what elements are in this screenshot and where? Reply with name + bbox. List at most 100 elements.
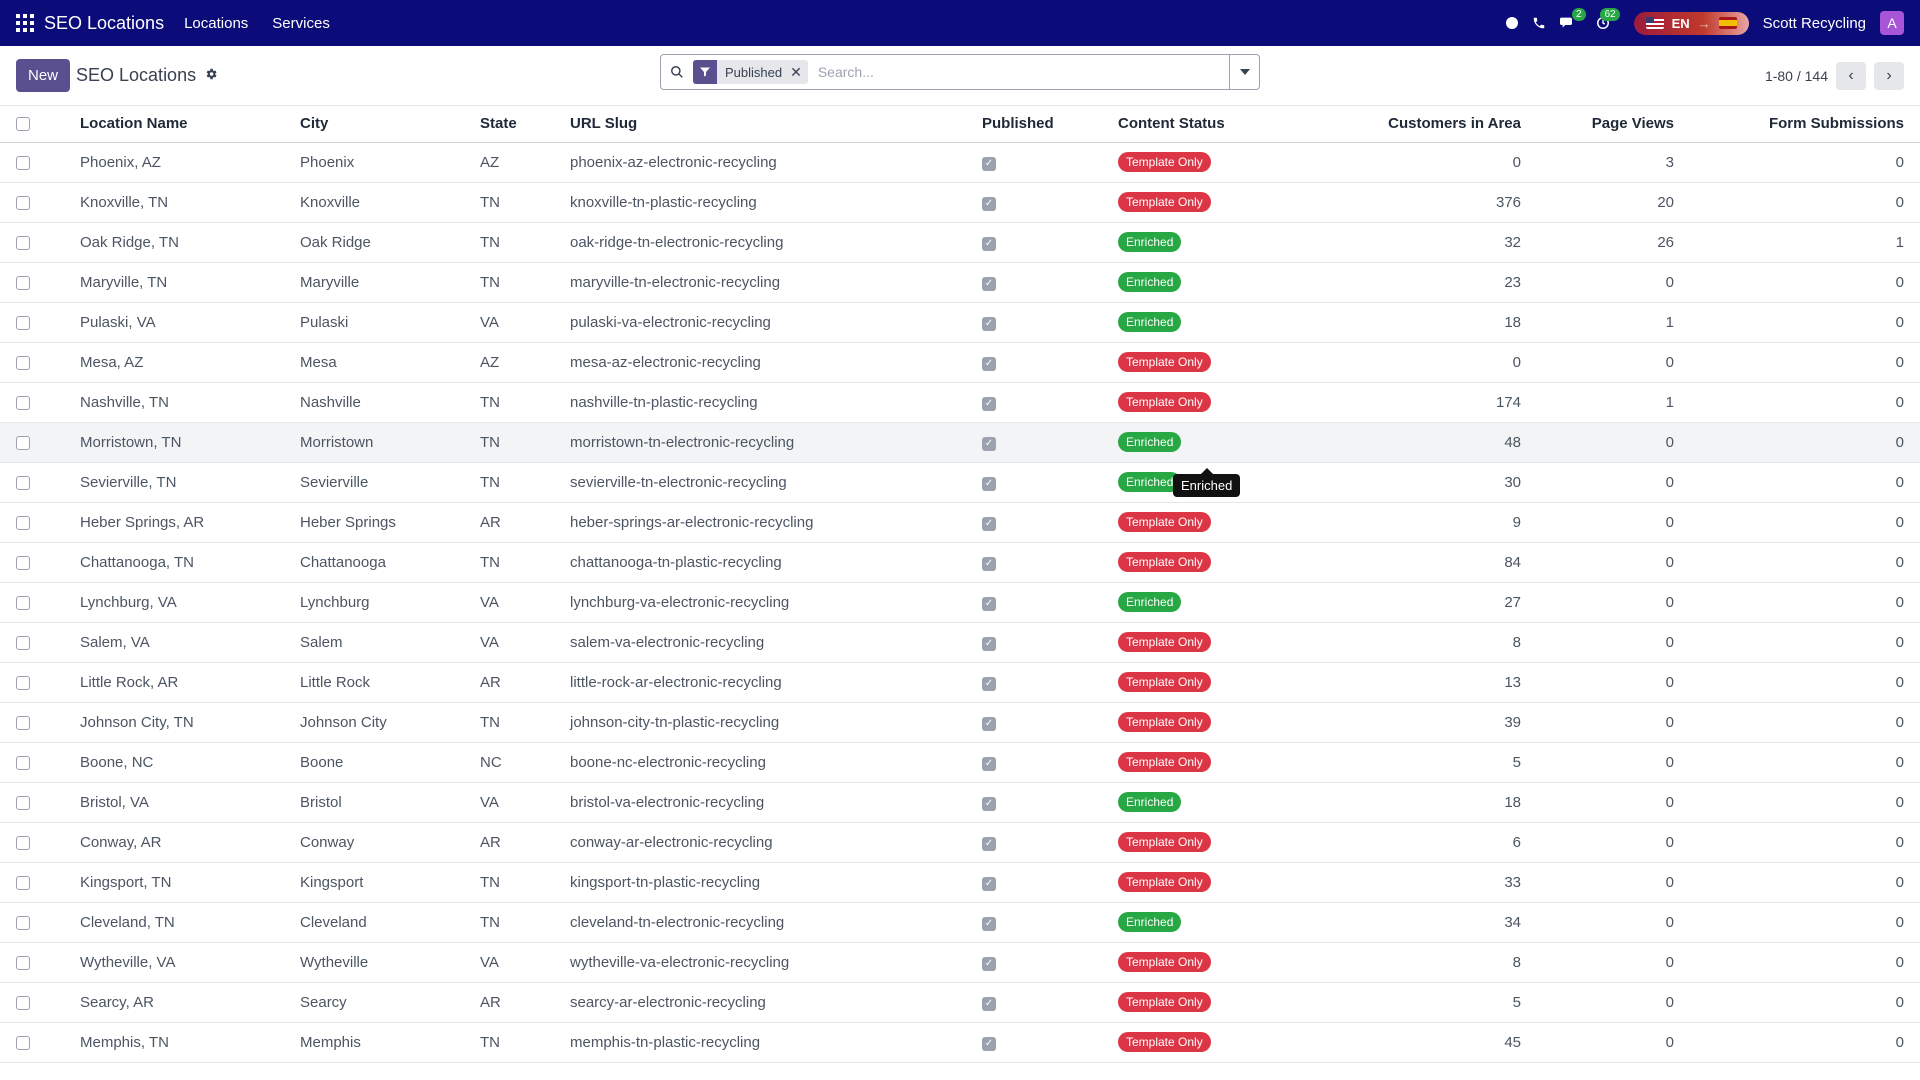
- row-checkbox[interactable]: [16, 675, 30, 690]
- table-row[interactable]: ⠿ Little Rock, AR Little Rock AR little-rock…: [0, 662, 1920, 702]
- apps-grid-icon[interactable]: [16, 14, 34, 32]
- table-row[interactable]: ⠿ Johnson City, TN Johnson City TN johnson-c…: [0, 702, 1920, 742]
- published-checkbox[interactable]: ✓: [982, 316, 996, 331]
- row-checkbox[interactable]: [16, 235, 30, 250]
- published-checkbox[interactable]: ✓: [982, 156, 996, 171]
- status-dot-icon[interactable]: [1505, 17, 1518, 29]
- table-row[interactable]: ⠿ Cleveland, TN Cleveland TN cleveland-tn-el…: [0, 902, 1920, 942]
- pager-next-button[interactable]: ›: [1874, 61, 1904, 90]
- facet-close-icon[interactable]: ✕: [790, 64, 808, 81]
- published-checkbox[interactable]: ✓: [982, 396, 996, 411]
- search-icon[interactable]: [661, 65, 693, 79]
- drag-handle-icon[interactable]: ⠿: [62, 635, 64, 650]
- drag-handle-icon[interactable]: ⠿: [62, 795, 64, 810]
- row-checkbox[interactable]: [16, 195, 30, 210]
- published-checkbox[interactable]: ✓: [982, 596, 996, 611]
- drag-handle-icon[interactable]: ⠿: [62, 715, 64, 730]
- table-row[interactable]: ⠿ Boone, NC Boone NC boone-nc-electronic-rec…: [0, 742, 1920, 782]
- table-row[interactable]: ⠿ Knoxville, TN Knoxville TN knoxville-tn-pl…: [0, 182, 1920, 222]
- header-page-views[interactable]: Page Views: [1537, 106, 1690, 142]
- table-row[interactable]: ⠿ Maryville, TN Maryville TN maryville-tn-el…: [0, 262, 1920, 302]
- pager-value[interactable]: 1-80 / 144: [1765, 68, 1828, 84]
- row-checkbox[interactable]: [16, 315, 30, 330]
- gear-icon[interactable]: [204, 67, 218, 84]
- row-checkbox[interactable]: [16, 595, 30, 610]
- published-checkbox[interactable]: ✓: [982, 836, 996, 851]
- published-checkbox[interactable]: ✓: [982, 356, 996, 371]
- pager-prev-button[interactable]: ‹: [1836, 61, 1866, 90]
- drag-handle-icon[interactable]: ⠿: [62, 1035, 64, 1050]
- table-row[interactable]: ⠿ Chattanooga, TN Chattanooga TN chattanooga…: [0, 542, 1920, 582]
- header-city[interactable]: City: [284, 106, 464, 142]
- table-row[interactable]: ⠿ Lynchburg, VA Lynchburg VA lynchburg-va-el…: [0, 582, 1920, 622]
- drag-handle-icon[interactable]: ⠿: [62, 595, 64, 610]
- row-checkbox[interactable]: [16, 515, 30, 530]
- chat-icon[interactable]: 2: [1559, 8, 1586, 30]
- drag-handle-icon[interactable]: ⠿: [62, 875, 64, 890]
- published-checkbox[interactable]: ✓: [982, 636, 996, 651]
- row-checkbox[interactable]: [16, 555, 30, 570]
- published-checkbox[interactable]: ✓: [982, 236, 996, 251]
- table-row[interactable]: ⠿ Searcy, AR Searcy AR searcy-ar-electronic-…: [0, 982, 1920, 1022]
- drag-handle-icon[interactable]: ⠿: [62, 195, 64, 210]
- table-row[interactable]: ⠿ Pulaski, VA Pulaski VA pulaski-va-electron…: [0, 302, 1920, 342]
- published-checkbox[interactable]: ✓: [982, 1036, 996, 1051]
- drag-handle-icon[interactable]: ⠿: [62, 475, 64, 490]
- phone-icon[interactable]: [1532, 16, 1546, 30]
- menu-services[interactable]: Services: [272, 15, 330, 32]
- published-checkbox[interactable]: ✓: [982, 916, 996, 931]
- table-row[interactable]: ⠿ Salem, VA Salem VA salem-va-electronic-rec…: [0, 622, 1920, 662]
- published-checkbox[interactable]: ✓: [982, 516, 996, 531]
- header-state[interactable]: State: [464, 106, 554, 142]
- published-checkbox[interactable]: ✓: [982, 996, 996, 1011]
- row-checkbox[interactable]: [16, 1035, 30, 1050]
- drag-handle-icon[interactable]: ⠿: [62, 315, 64, 330]
- table-row[interactable]: ⠿ Wytheville, VA Wytheville VA wytheville-va…: [0, 942, 1920, 982]
- published-checkbox[interactable]: ✓: [982, 876, 996, 891]
- drag-handle-icon[interactable]: ⠿: [62, 275, 64, 290]
- table-row[interactable]: ⠿ Phoenix, AZ Phoenix AZ phoenix-az-electron…: [0, 142, 1920, 182]
- published-checkbox[interactable]: ✓: [982, 196, 996, 211]
- header-url-slug[interactable]: URL Slug: [554, 106, 966, 142]
- drag-handle-icon[interactable]: ⠿: [62, 915, 64, 930]
- drag-handle-icon[interactable]: ⠿: [62, 435, 64, 450]
- activity-clock-icon[interactable]: 62: [1596, 8, 1620, 30]
- drag-handle-icon[interactable]: ⠿: [62, 835, 64, 850]
- published-checkbox[interactable]: ✓: [982, 556, 996, 571]
- row-checkbox[interactable]: [16, 755, 30, 770]
- drag-handle-icon[interactable]: ⠿: [62, 755, 64, 770]
- row-checkbox[interactable]: [16, 355, 30, 370]
- header-content-status[interactable]: Content Status: [1102, 106, 1332, 142]
- published-checkbox[interactable]: ✓: [982, 716, 996, 731]
- header-published[interactable]: Published: [966, 106, 1102, 142]
- table-row[interactable]: ⠿ Mesa, AZ Mesa AZ mesa-az-electronic-recycl…: [0, 342, 1920, 382]
- row-checkbox[interactable]: [16, 275, 30, 290]
- row-checkbox[interactable]: [16, 995, 30, 1010]
- row-checkbox[interactable]: [16, 635, 30, 650]
- published-checkbox[interactable]: ✓: [982, 476, 996, 491]
- row-checkbox[interactable]: [16, 155, 30, 170]
- drag-handle-icon[interactable]: ⠿: [62, 355, 64, 370]
- table-row[interactable]: ⠿ Sevierville, TN Sevierville TN sevierville…: [0, 462, 1920, 502]
- table-row[interactable]: ⠿ Heber Springs, AR Heber Springs AR heber-s…: [0, 502, 1920, 542]
- published-checkbox[interactable]: ✓: [982, 676, 996, 691]
- drag-handle-icon[interactable]: ⠿: [62, 395, 64, 410]
- table-row[interactable]: ⠿ Memphis, TN Memphis TN memphis-tn-plastic-…: [0, 1022, 1920, 1062]
- drag-handle-icon[interactable]: ⠿: [62, 235, 64, 250]
- published-checkbox[interactable]: ✓: [982, 956, 996, 971]
- row-checkbox[interactable]: [16, 475, 30, 490]
- table-row[interactable]: ⠿ Conway, AR Conway AR conway-ar-electronic-…: [0, 822, 1920, 862]
- language-switcher[interactable]: EN →: [1633, 11, 1749, 35]
- drag-handle-icon[interactable]: ⠿: [62, 515, 64, 530]
- search-options-toggle[interactable]: [1229, 55, 1259, 89]
- published-checkbox[interactable]: ✓: [982, 796, 996, 811]
- user-avatar[interactable]: A: [1880, 11, 1904, 35]
- drag-handle-icon[interactable]: ⠿: [62, 155, 64, 170]
- menu-locations[interactable]: Locations: [184, 15, 248, 32]
- drag-handle-icon[interactable]: ⠿: [62, 955, 64, 970]
- row-checkbox[interactable]: [16, 875, 30, 890]
- header-customers[interactable]: Customers in Area: [1332, 106, 1537, 142]
- filter-facet[interactable]: Published ✕: [693, 60, 808, 84]
- row-checkbox[interactable]: [16, 715, 30, 730]
- drag-handle-icon[interactable]: ⠿: [62, 555, 64, 570]
